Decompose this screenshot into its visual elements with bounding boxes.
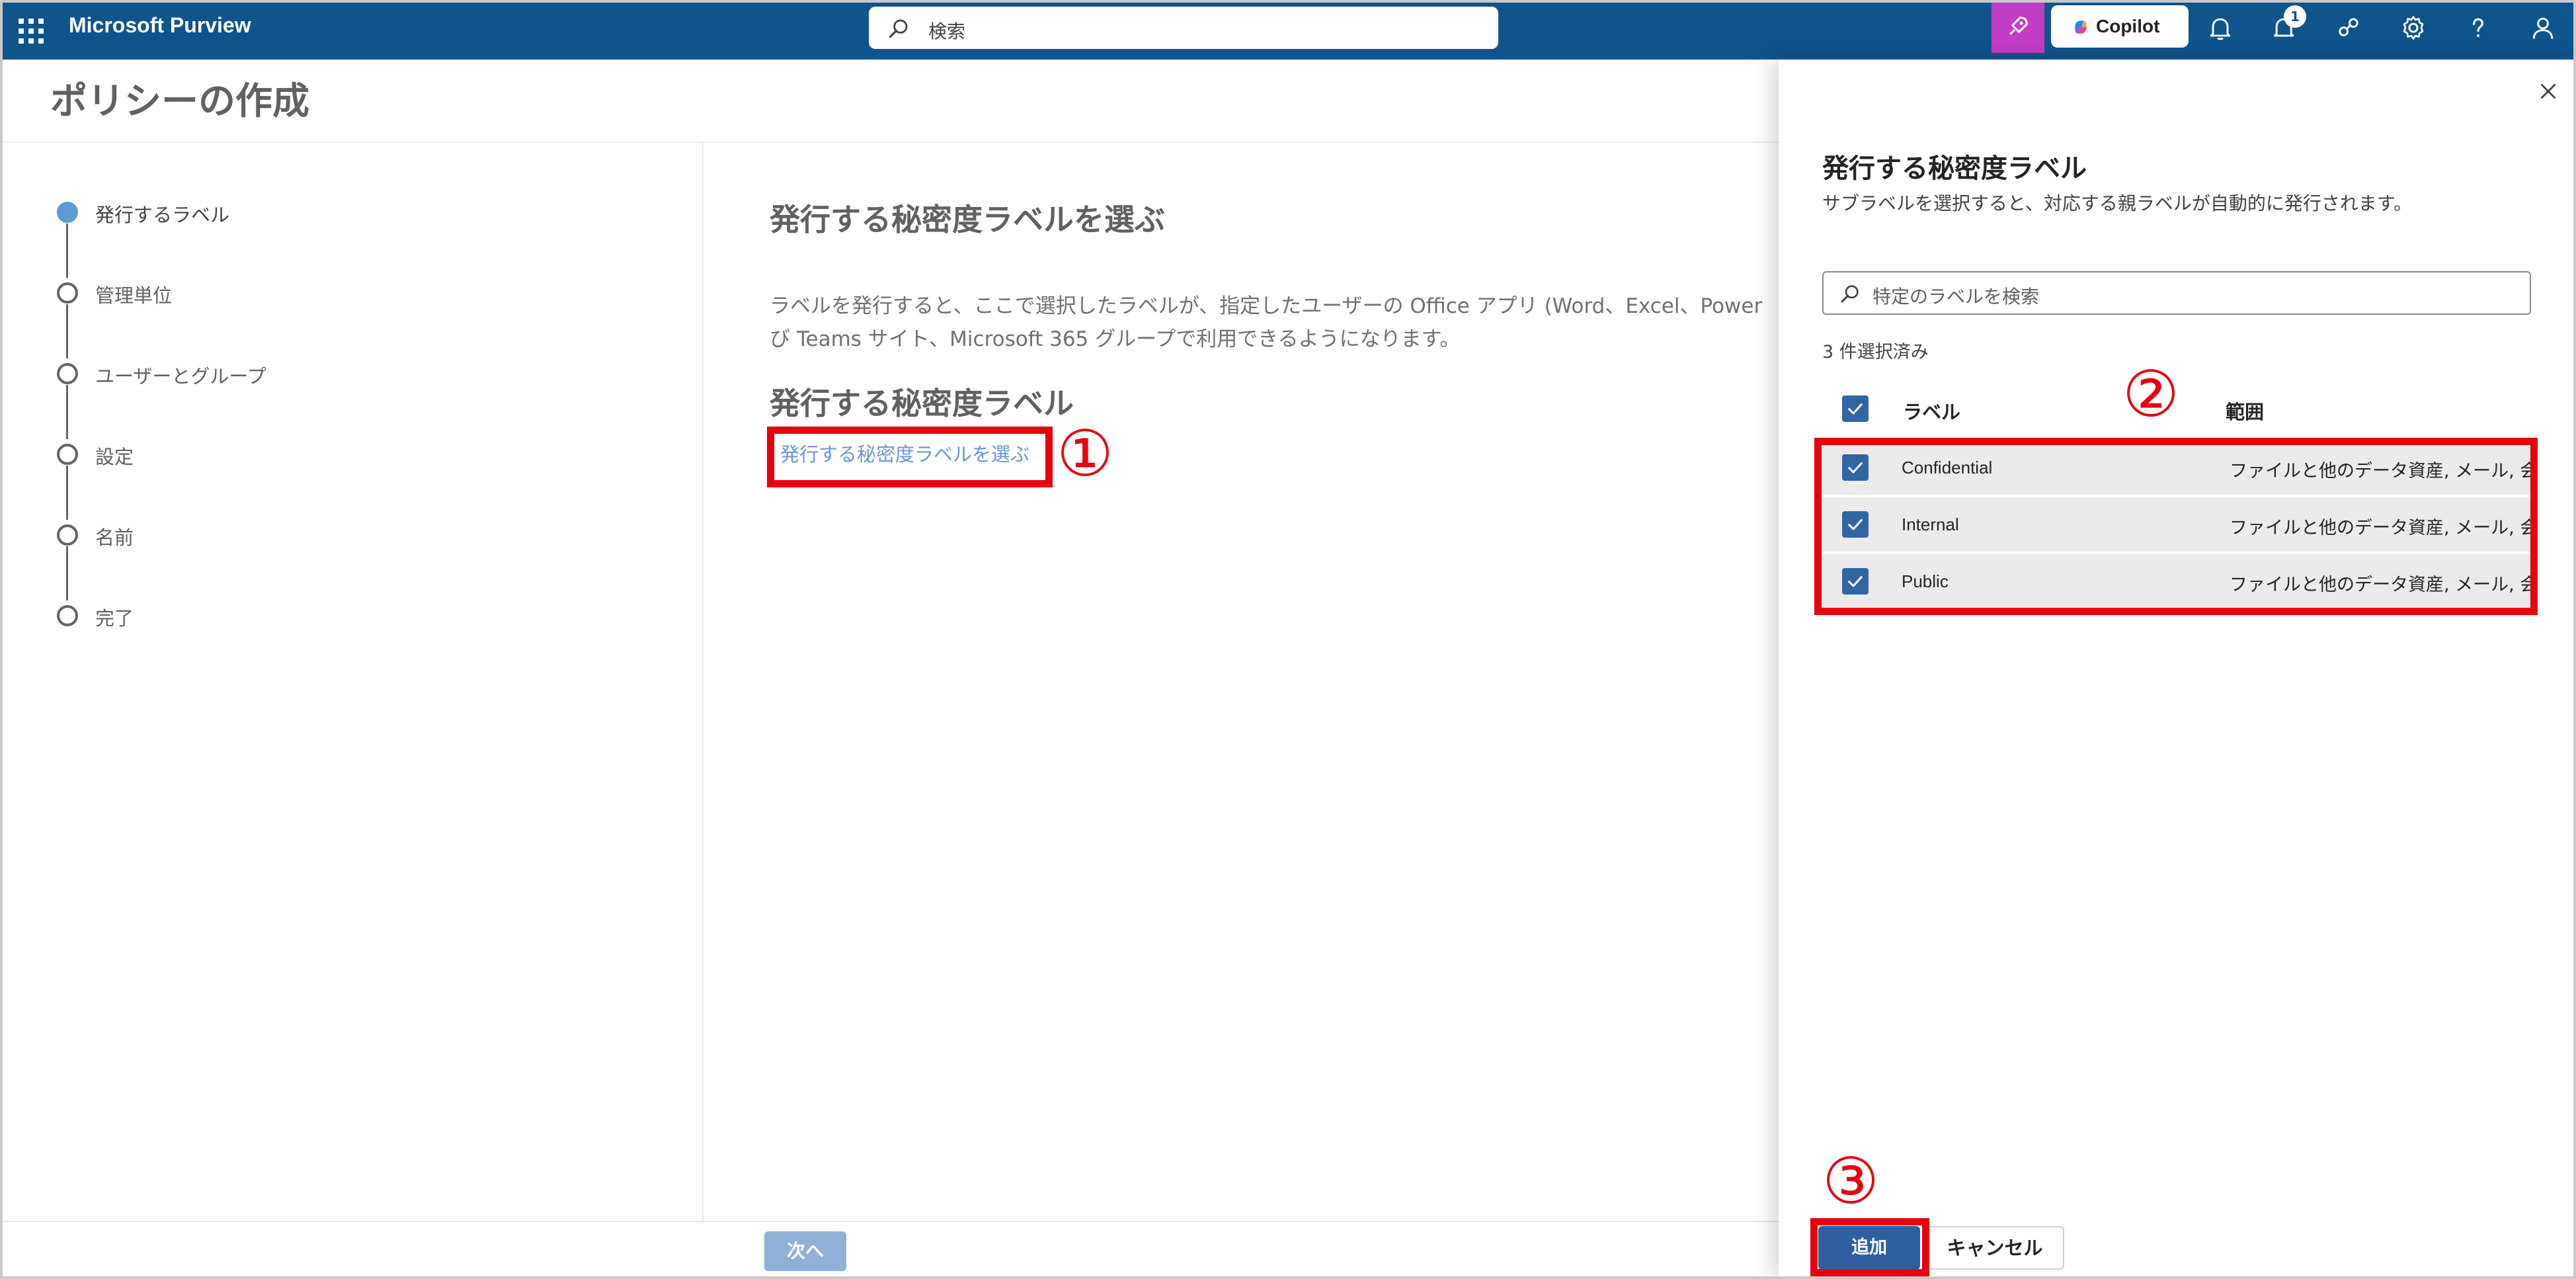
copilot-icon (2075, 21, 2087, 34)
step-dot (57, 444, 78, 465)
labels-subheading: 発行する秘密度ラベル (770, 386, 1074, 421)
step-dot (57, 524, 78, 546)
footer-divider (0, 1221, 1779, 1222)
step-connector (66, 466, 68, 520)
annotation-highlight-3 (1810, 1218, 1929, 1276)
step-connector (66, 224, 68, 278)
label-search-input[interactable]: 特定のラベルを検索 (1822, 271, 2531, 315)
step-label-users-groups[interactable]: ユーザーとグループ (95, 361, 266, 389)
cancel-button[interactable]: キャンセル (1925, 1226, 2064, 1270)
main-description-line: ラベルを発行すると、ここで選択したラベルが、指定したユーザーの Office ア… (770, 294, 1763, 318)
column-header-label[interactable]: ラベル (1903, 397, 1960, 425)
panel-title: 発行する秘密度ラベル (1822, 153, 2087, 184)
step-connector (66, 546, 68, 600)
app-launcher-icon[interactable] (15, 15, 45, 45)
step-dot (57, 605, 78, 626)
search-icon (1841, 285, 1859, 303)
page-title: ポリシーの作成 (50, 80, 309, 123)
account-icon[interactable] (2528, 13, 2557, 42)
panel-description: サブラベルを選択すると、対応する親ラベルが自動的に発行されます。 (1822, 192, 2413, 214)
search-icon (889, 19, 908, 38)
purview-feature-button[interactable] (1992, 0, 2044, 53)
checkmark-icon (1848, 403, 1863, 415)
step-label-publish-labels[interactable]: 発行するラベル (95, 200, 229, 227)
close-icon[interactable] (2536, 79, 2560, 103)
step-label-settings[interactable]: 設定 (95, 442, 134, 470)
label-picker-panel: 発行する秘密度ラベル サブラベルを選択すると、対応する親ラベルが自動的に発行され… (1779, 60, 2576, 1279)
selected-count: 3 件選択済み (1822, 342, 1929, 362)
step-label-name[interactable]: 名前 (95, 522, 134, 550)
top-bar: Microsoft Purview 検索 Copilot 1 (0, 0, 2576, 60)
label-search-placeholder: 特定のラベルを検索 (1872, 286, 2040, 308)
main-heading: 発行する秘密度ラベルを選ぶ (770, 202, 1165, 237)
step-connector (66, 304, 68, 358)
step-dot (57, 282, 78, 304)
global-search-input[interactable]: 検索 (869, 7, 1498, 49)
gear-icon[interactable] (2399, 13, 2428, 42)
main-description-line: び Teams サイト、Microsoft 365 グループで利用できるようにな… (770, 327, 1461, 351)
annotation-marker-1: ① (1057, 417, 1114, 491)
rocket-icon (2009, 17, 2028, 35)
annotation-marker-2: ② (2122, 357, 2180, 431)
step-label-admin-units[interactable]: 管理単位 (95, 280, 172, 308)
copilot-button[interactable]: Copilot (2051, 5, 2189, 48)
app-title[interactable]: Microsoft Purview (69, 13, 251, 38)
step-dot (57, 363, 78, 384)
step-connector (66, 385, 68, 439)
notification-badge: 1 (2284, 5, 2306, 28)
annotation-marker-3: ③ (1822, 1144, 1880, 1218)
help-icon[interactable] (2464, 13, 2493, 42)
share-network-icon[interactable] (2334, 13, 2363, 42)
copilot-label: Copilot (2096, 16, 2160, 36)
main-description: ラベルを発行すると、ここで選択したラベルが、指定したユーザーの Office ア… (770, 290, 1794, 356)
next-button[interactable]: 次へ (764, 1231, 846, 1271)
global-search-placeholder: 検索 (928, 21, 966, 42)
annotation-highlight-1 (767, 427, 1053, 487)
column-header-scope[interactable]: 範囲 (2226, 397, 2264, 425)
step-dot-active (57, 202, 78, 223)
annotation-highlight-2 (1814, 438, 2538, 615)
bell-icon[interactable] (2206, 13, 2235, 42)
step-label-finish[interactable]: 完了 (95, 603, 134, 631)
select-all-checkbox[interactable] (1842, 395, 1869, 422)
